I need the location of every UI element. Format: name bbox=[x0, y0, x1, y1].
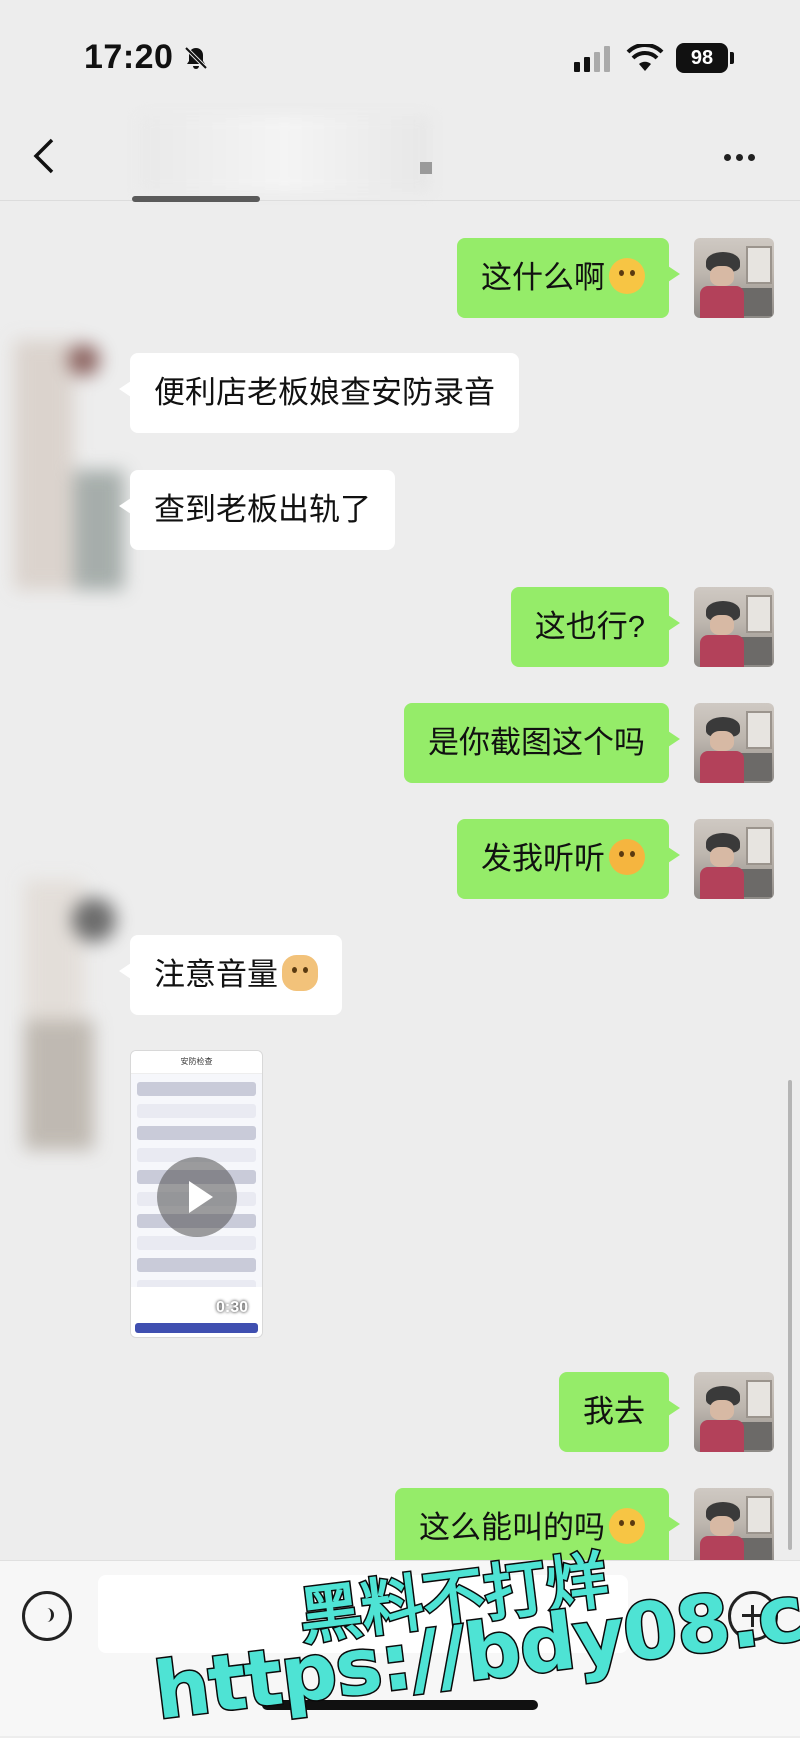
message-text: 我去 bbox=[583, 1394, 645, 1429]
status-bar: 17:20 98 bbox=[0, 0, 800, 110]
my-avatar[interactable] bbox=[694, 1488, 774, 1568]
chat-header bbox=[0, 110, 800, 201]
laugh-cry-emoji-icon bbox=[609, 1508, 645, 1544]
my-avatar[interactable] bbox=[694, 238, 774, 318]
my-avatar[interactable] bbox=[694, 587, 774, 667]
message-text: 发我听听 bbox=[481, 841, 605, 876]
message-bubble-received[interactable]: 查到老板出轨了 bbox=[119, 470, 395, 550]
message-text: 这什么啊 bbox=[481, 260, 605, 295]
video-duration: 0:30 bbox=[215, 1299, 248, 1316]
back-chevron-icon[interactable] bbox=[30, 136, 60, 176]
battery-level: 98 bbox=[676, 43, 728, 73]
more-options-icon[interactable] bbox=[724, 148, 764, 162]
message-bubble-sent[interactable]: 发我听听 bbox=[457, 819, 680, 899]
message-text: 这也行? bbox=[534, 609, 645, 644]
message-bubble-received[interactable]: 注意音量 bbox=[119, 935, 342, 1015]
message-text: 是你截图这个吗 bbox=[428, 725, 645, 760]
video-message[interactable]: 安防检查 0:30 bbox=[130, 1050, 263, 1338]
my-avatar[interactable] bbox=[694, 819, 774, 899]
message-bubble-sent[interactable]: 这也行? bbox=[510, 587, 681, 667]
chat-title-obscured bbox=[140, 116, 430, 192]
contact-avatar-blurred[interactable] bbox=[4, 320, 124, 620]
thinking-face-emoji-icon bbox=[609, 258, 645, 294]
message-bubble-sent[interactable]: 这什么啊 bbox=[457, 238, 680, 318]
title-marker bbox=[420, 162, 432, 174]
scrollbar[interactable] bbox=[788, 1080, 792, 1550]
cellular-signal-icon bbox=[574, 46, 610, 72]
message-text: 查到老板出轨了 bbox=[154, 492, 371, 527]
video-thumbnail-title: 安防检查 bbox=[131, 1051, 262, 1074]
play-icon[interactable] bbox=[157, 1157, 237, 1237]
previous-message-edge bbox=[132, 196, 260, 202]
message-text: 便利店老板娘查安防录音 bbox=[154, 375, 495, 410]
message-bubble-received[interactable]: 便利店老板娘查安防录音 bbox=[119, 353, 519, 433]
wifi-icon bbox=[626, 44, 664, 71]
shy-face-emoji-icon bbox=[609, 839, 645, 875]
battery-tip bbox=[730, 52, 734, 64]
contact-avatar-blurred[interactable] bbox=[4, 870, 124, 1170]
status-time: 17:20 bbox=[84, 38, 174, 76]
message-text: 注意音量 bbox=[154, 957, 278, 992]
silent-bell-icon bbox=[184, 46, 208, 70]
message-bubble-sent[interactable]: 我去 bbox=[559, 1372, 680, 1452]
my-avatar[interactable] bbox=[694, 703, 774, 783]
doge-emoji-icon bbox=[282, 955, 318, 991]
message-bubble-sent[interactable]: 是你截图这个吗 bbox=[404, 703, 680, 783]
voice-input-icon[interactable] bbox=[22, 1591, 72, 1641]
my-avatar[interactable] bbox=[694, 1372, 774, 1452]
